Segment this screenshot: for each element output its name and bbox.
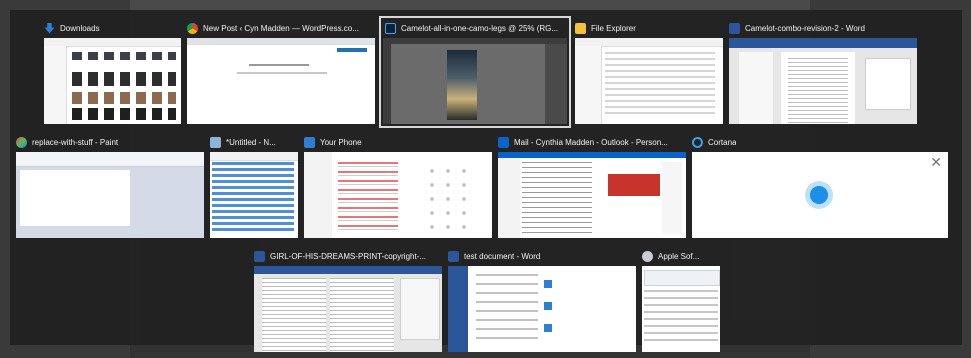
task-switcher: Downloads New Post ‹ Cyn Madden — WordPr… — [10, 10, 962, 352]
notepad-icon — [210, 136, 221, 148]
window-title-bar: New Post ‹ Cyn Madden — WordPress.co... — [187, 18, 375, 38]
photoshop-icon — [385, 22, 396, 34]
window-thumbnail — [210, 152, 298, 238]
window-thumbnail — [729, 38, 917, 124]
word-icon — [729, 22, 740, 34]
window-title: Cortana — [708, 137, 737, 147]
window-thumbnail — [254, 266, 442, 352]
window-thumbnail — [575, 38, 723, 124]
window-title: Downloads — [60, 23, 100, 33]
window-tile-apple-software-update[interactable]: Apple Sof... — [642, 246, 720, 352]
window-title-bar: Apple Sof... — [642, 246, 720, 266]
paint-icon — [16, 136, 27, 148]
window-thumbnail — [642, 266, 720, 352]
window-tile-wordpress-chrome[interactable]: New Post ‹ Cyn Madden — WordPress.co... — [187, 18, 375, 126]
window-title-bar: Camelot-all-in-one-camo-legs @ 25% (RG..… — [381, 18, 569, 38]
window-title: Your Phone — [320, 137, 362, 147]
window-thumbnail: ✕ — [692, 152, 948, 238]
window-title: File Explorer — [591, 23, 636, 33]
window-title-bar: File Explorer — [575, 18, 723, 38]
window-tile-downloads[interactable]: Downloads — [44, 18, 181, 126]
close-icon[interactable]: ✕ — [930, 154, 942, 171]
window-title-bar: replace-with-stuff - Paint — [16, 132, 204, 152]
your-phone-icon — [304, 136, 315, 148]
window-thumbnail — [448, 266, 636, 352]
window-tile-paint[interactable]: replace-with-stuff - Paint — [16, 132, 204, 238]
task-switcher-row-2: replace-with-stuff - Paint *Untitled - N… — [16, 132, 948, 238]
window-tile-photoshop[interactable]: Camelot-all-in-one-camo-legs @ 25% (RG..… — [379, 16, 571, 128]
cortana-icon — [692, 136, 703, 148]
window-tile-word-girl-of-his-dreams[interactable]: GIRL-OF-HIS-DREAMS-PRINT-copyright-... — [254, 246, 442, 352]
window-tile-outlook-mail[interactable]: Mail - Cynthia Madden - Outlook - Person… — [498, 132, 686, 238]
window-thumbnail — [498, 152, 686, 238]
window-title: *Untitled - N... — [226, 137, 276, 147]
window-tile-file-explorer[interactable]: File Explorer — [575, 18, 723, 126]
window-title: Apple Sof... — [658, 251, 700, 261]
window-thumbnail — [16, 152, 204, 238]
window-tile-notepad[interactable]: *Untitled - N... — [210, 132, 298, 238]
window-tile-word-test-document[interactable]: test document - Word — [448, 246, 636, 352]
window-thumbnail — [383, 38, 567, 124]
word-icon — [448, 250, 459, 262]
window-tile-word-camelot[interactable]: Camelot-combo-revision-2 - Word — [729, 18, 917, 126]
task-switcher-row-3: GIRL-OF-HIS-DREAMS-PRINT-copyright-... t… — [254, 246, 720, 352]
window-title-bar: Cortana — [692, 132, 948, 152]
window-title-bar: Your Phone — [304, 132, 492, 152]
window-title: GIRL-OF-HIS-DREAMS-PRINT-copyright-... — [270, 251, 427, 261]
task-switcher-row-1: Downloads New Post ‹ Cyn Madden — WordPr… — [44, 16, 917, 128]
apple-software-update-icon — [642, 250, 653, 262]
window-title-bar: test document - Word — [448, 246, 636, 266]
window-title-bar: GIRL-OF-HIS-DREAMS-PRINT-copyright-... — [254, 246, 442, 266]
window-title: test document - Word — [464, 251, 541, 261]
downloads-folder-icon — [44, 22, 55, 34]
window-title-bar: Mail - Cynthia Madden - Outlook - Person… — [498, 132, 686, 152]
window-title: Camelot-combo-revision-2 - Word — [745, 23, 865, 33]
window-title: Camelot-all-in-one-camo-legs @ 25% (RG..… — [401, 23, 559, 33]
window-tile-cortana[interactable]: Cortana ✕ — [692, 132, 948, 238]
window-title: New Post ‹ Cyn Madden — WordPress.co... — [203, 23, 359, 33]
chrome-icon — [187, 22, 198, 34]
window-title-bar: Camelot-combo-revision-2 - Word — [729, 18, 917, 38]
window-title-bar: *Untitled - N... — [210, 132, 298, 152]
window-title: Mail - Cynthia Madden - Outlook - Person… — [514, 137, 668, 147]
file-explorer-icon — [575, 22, 586, 34]
window-thumbnail — [304, 152, 492, 238]
window-title-bar: Downloads — [44, 18, 181, 38]
window-thumbnail — [44, 38, 181, 124]
window-title: replace-with-stuff - Paint — [32, 137, 119, 147]
word-icon — [254, 250, 265, 262]
cortana-orb-icon — [805, 181, 833, 209]
outlook-icon — [498, 136, 509, 148]
window-tile-your-phone[interactable]: Your Phone — [304, 132, 492, 238]
window-thumbnail — [187, 38, 375, 124]
